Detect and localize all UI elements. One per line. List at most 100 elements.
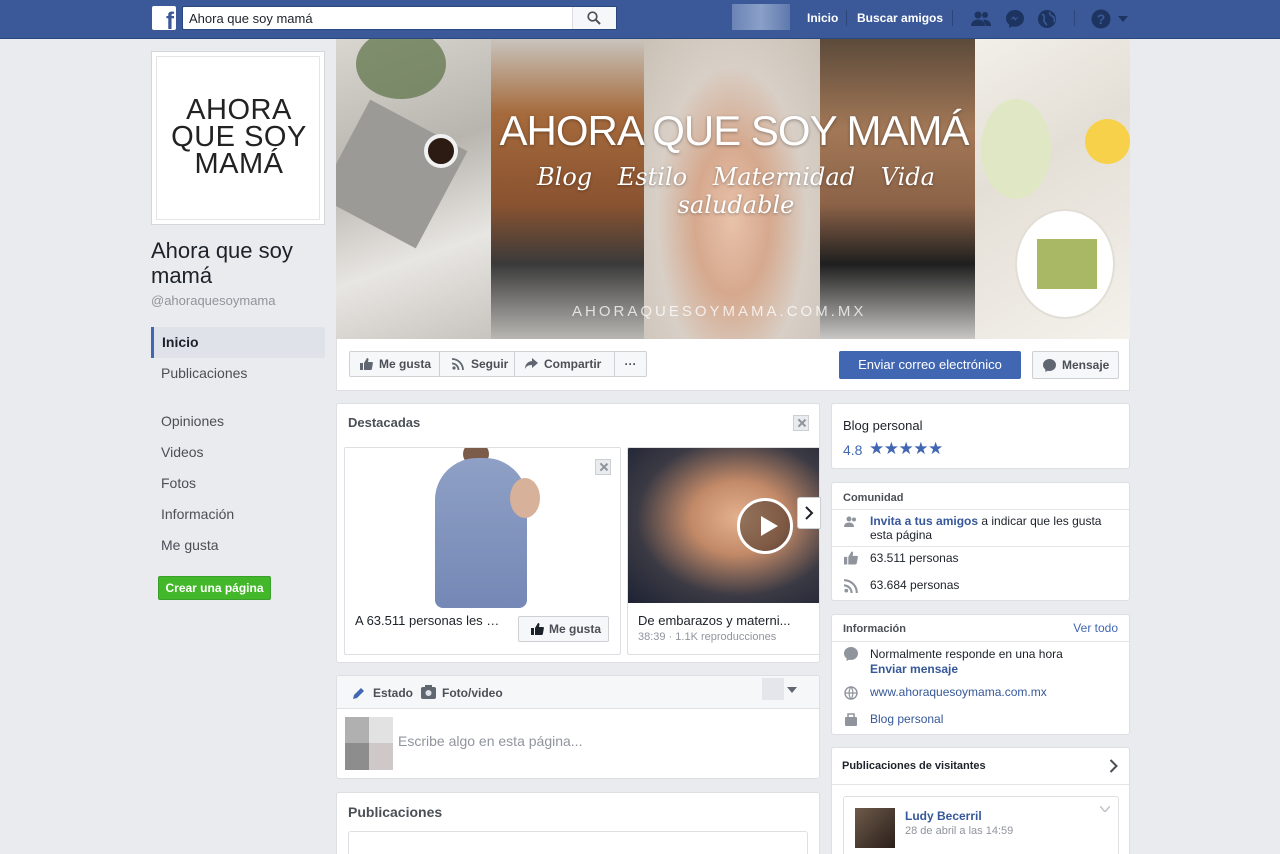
chevron-right-icon [805, 506, 814, 520]
like-page-button[interactable]: Me gusta [349, 351, 440, 377]
visitor-posts-card: Publicaciones de visitantes Ludy Becerri… [831, 747, 1130, 854]
featured-next-button[interactable] [797, 497, 821, 529]
nav-home-link[interactable]: Inicio [807, 11, 838, 25]
invite-friends-link[interactable]: Invita a tus amigos [870, 514, 978, 528]
composer-tabs: Estado Foto/video [337, 676, 819, 709]
search-input[interactable]: Ahora que soy mamá [189, 11, 313, 26]
sidebar-item-me-gusta[interactable]: Me gusta [151, 530, 325, 561]
message-button[interactable]: Mensaje [1032, 351, 1119, 379]
like-label: Me gusta [379, 357, 432, 371]
featured-section: Destacadas A 63.511 personas les g... Me… [336, 403, 820, 663]
profile-picture-frame[interactable]: AHORA QUE SOY MAMÁ [151, 51, 325, 225]
post-as-avatar[interactable] [762, 678, 784, 700]
nav-divider [1074, 10, 1075, 26]
about-card: Información Ver todo Normalmente respond… [831, 614, 1130, 735]
divider [832, 784, 1129, 785]
share-button[interactable]: Compartir [514, 351, 615, 377]
cover-url: AHORAQUESOYMAMA.COM.MX [572, 303, 867, 320]
featured-title: Destacadas [348, 415, 421, 430]
svg-text:?: ? [1097, 11, 1106, 27]
follow-rss-icon [452, 358, 464, 370]
likes-count[interactable]: 63.511 personas [870, 551, 959, 565]
follows-count[interactable]: 63.684 personas [870, 578, 959, 592]
website-link[interactable]: www.ahoraquesoymama.com.mx [870, 685, 1047, 699]
camera-icon [421, 685, 436, 699]
notifications-globe-icon[interactable] [1036, 8, 1058, 30]
nav-divider [952, 10, 953, 26]
chevron-down-icon[interactable] [787, 687, 797, 693]
play-video-icon[interactable] [737, 498, 793, 554]
thumbs-up-icon [531, 623, 544, 635]
messenger-bubble-icon [844, 647, 858, 661]
divider [832, 546, 1129, 547]
facebook-logo-icon[interactable]: f [152, 6, 176, 30]
chevron-down-icon[interactable] [1100, 806, 1110, 812]
search-box[interactable]: Ahora que soy mamá [182, 6, 617, 30]
follow-button[interactable]: Seguir [439, 351, 515, 377]
create-page-button[interactable]: Crear una página [158, 576, 271, 600]
see-all-link[interactable]: Ver todo [1073, 621, 1118, 635]
page-username[interactable]: @ahoraquesoymama [151, 293, 275, 308]
friend-requests-icon[interactable] [970, 8, 992, 30]
featured-item-like[interactable]: A 63.511 personas les g... Me gusta [344, 447, 621, 655]
tab-status[interactable]: Estado [373, 686, 413, 700]
cover-title: AHORA QUE SOY MAMÁ [499, 107, 970, 154]
close-featured-icon[interactable] [793, 415, 809, 431]
page-sidebar-nav: Inicio Publicaciones Opiniones Videos Fo… [151, 327, 325, 561]
page-category-card: Blog personal 4.8 ★★★★★ [831, 403, 1130, 469]
sidebar-item-inicio[interactable]: Inicio [151, 327, 325, 358]
search-button[interactable] [572, 7, 616, 29]
follow-rss-icon [844, 579, 858, 593]
featured-video-meta: 38:39 · 1.1K reproducciones [638, 631, 777, 643]
page-title[interactable]: Ahora que soy mamá [151, 238, 331, 288]
response-time: Normalmente responde en una hora [870, 647, 1063, 661]
info-category-link[interactable]: Blog personal [870, 712, 943, 726]
posts-title: Publicaciones [348, 804, 443, 820]
divider [832, 509, 1129, 510]
post-preview[interactable] [348, 831, 808, 854]
rating-value[interactable]: 4.8 [843, 442, 862, 458]
invite-friends-icon [844, 516, 856, 527]
follow-label: Seguir [471, 357, 509, 371]
send-email-button[interactable]: Enviar correo electrónico [839, 351, 1021, 379]
invite-friends-text: Invita a tus amigos a indicar que les gu… [870, 514, 1120, 542]
sidebar-item-publicaciones[interactable]: Publicaciones [151, 358, 261, 406]
tab-photo-video[interactable]: Foto/video [442, 686, 503, 700]
more-options-button[interactable]: ··· [614, 351, 647, 377]
featured-image-dress [345, 448, 620, 608]
messenger-icon[interactable] [1004, 8, 1026, 30]
posts-section: Publicaciones [336, 792, 820, 854]
globe-icon [844, 686, 858, 700]
account-menu-chevron-down-icon[interactable] [1116, 12, 1130, 26]
page-category: Blog personal [843, 418, 923, 433]
featured-like-button[interactable]: Me gusta [518, 616, 609, 642]
profile-picture[interactable]: AHORA QUE SOY MAMÁ [156, 56, 320, 220]
briefcase-icon [845, 713, 857, 726]
post-composer: Estado Foto/video Escribe algo en esta p… [336, 675, 820, 779]
featured-item-video[interactable]: De embarazos y materni... 38:39 · 1.1K r… [627, 447, 819, 655]
visitor-avatar[interactable] [855, 808, 895, 848]
cover-photo[interactable]: AHORA QUE SOY MAMÁ Blog Estilo Maternida… [336, 39, 1130, 339]
messenger-bubble-icon [1043, 359, 1056, 372]
visitor-post[interactable]: Ludy Becerril 28 de abril a las 14:59 [843, 796, 1119, 854]
sidebar-item-informacion[interactable]: Información [151, 499, 325, 530]
nav-divider [846, 10, 847, 26]
composer-input[interactable]: Escribe algo en esta página... [398, 733, 582, 749]
rating-stars-icon[interactable]: ★★★★★ [869, 439, 943, 459]
community-title: Comunidad [843, 492, 904, 504]
profile-avatar-blurred[interactable] [732, 4, 790, 30]
help-icon[interactable]: ? [1090, 8, 1112, 30]
featured-like-label: Me gusta [549, 622, 602, 636]
share-arrow-icon [525, 358, 538, 369]
visitor-posts-title[interactable]: Publicaciones de visitantes [842, 760, 986, 772]
visitor-post-time[interactable]: 28 de abril a las 14:59 [905, 825, 1013, 837]
sidebar-item-fotos[interactable]: Fotos [151, 468, 325, 499]
chevron-right-icon[interactable] [1109, 759, 1118, 773]
sidebar-item-videos[interactable]: Videos [151, 437, 325, 468]
visitor-name[interactable]: Ludy Becerril [905, 809, 982, 823]
nav-find-friends-link[interactable]: Buscar amigos [857, 11, 943, 25]
close-featured-item-icon[interactable] [595, 459, 611, 475]
send-message-link[interactable]: Enviar mensaje [870, 662, 958, 676]
sidebar-item-opiniones[interactable]: Opiniones [151, 406, 325, 437]
thumbs-up-icon [360, 358, 373, 370]
